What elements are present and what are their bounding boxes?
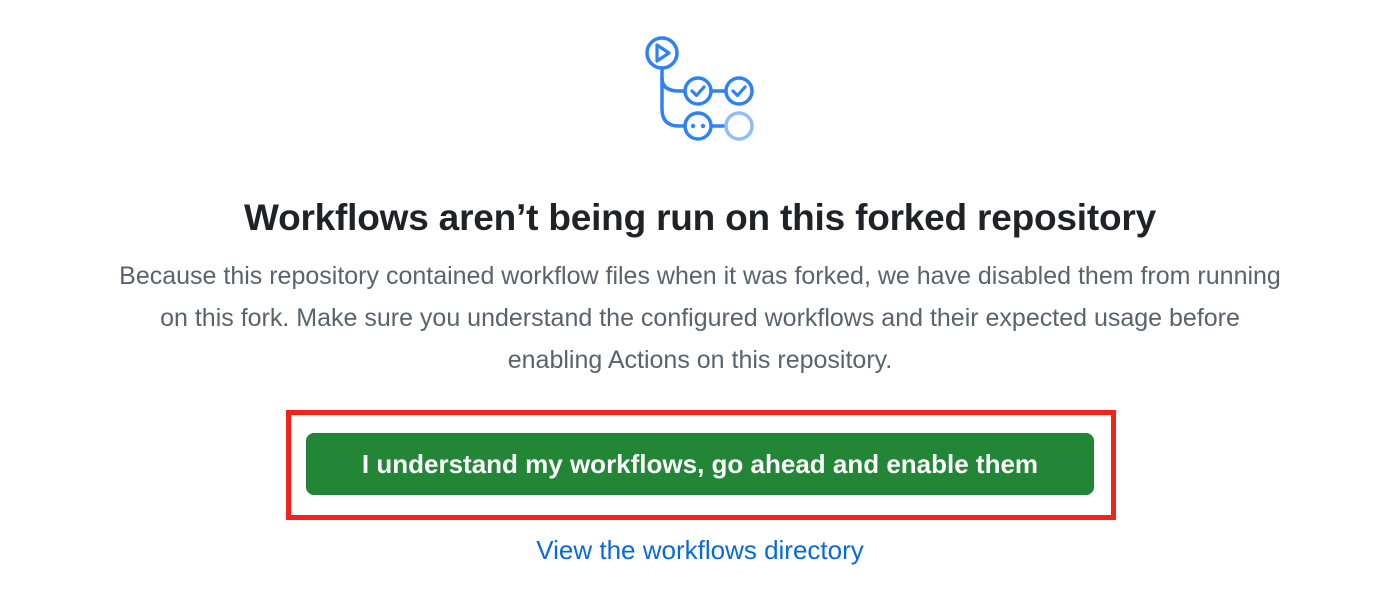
page-title: Workflows aren’t being run on this forke… xyxy=(244,197,1156,238)
actions-blankslate: Workflows aren’t being run on this forke… xyxy=(0,0,1400,605)
view-workflows-directory-link[interactable]: View the workflows directory xyxy=(0,532,1400,568)
description-line-3: enabling Actions on this repository. xyxy=(507,346,893,374)
workflow-icon xyxy=(645,36,754,141)
description-line-2: on this fork. Make sure you understand t… xyxy=(160,304,1240,332)
description-line-1: Because this repository contained workfl… xyxy=(119,262,1281,290)
disabled-workflows-description: Because this repository contained workfl… xyxy=(20,255,1380,381)
enable-workflows-button[interactable]: I understand my workflows, go ahead and … xyxy=(306,433,1094,495)
